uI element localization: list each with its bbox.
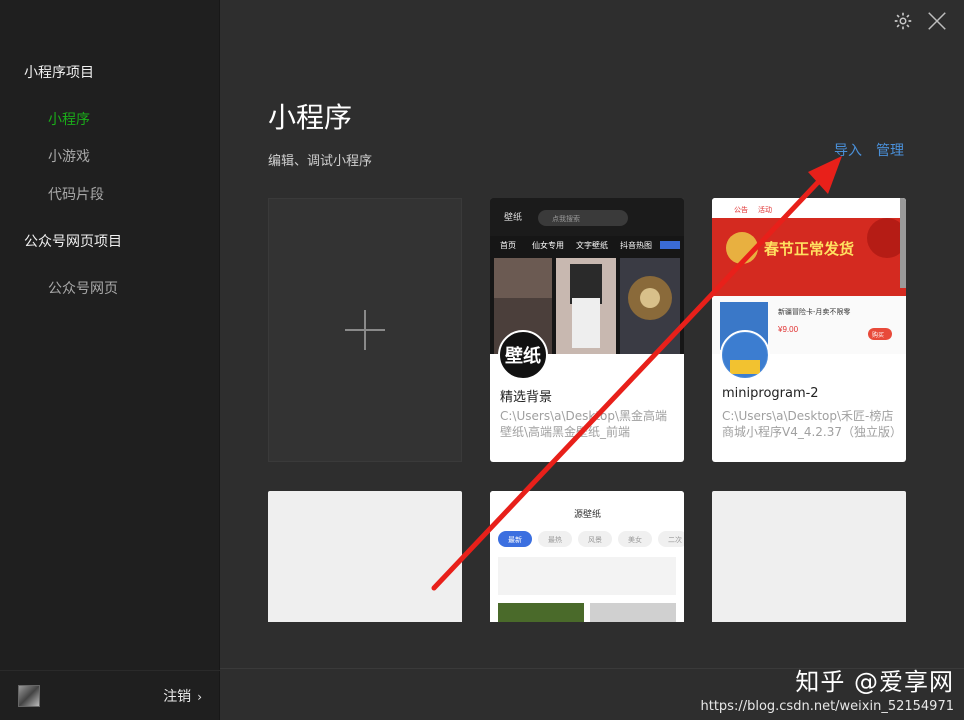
project-icon-2: [720, 330, 770, 380]
project-path-1: C:\Users\a\Desktop\黑金高端壁纸\高端黑金壁纸_前端: [500, 409, 668, 439]
logout-button[interactable]: 注销 ›: [163, 686, 202, 706]
project-name-1: 精选背景: [500, 390, 553, 405]
chevron-right-icon: ›: [197, 690, 202, 704]
project-card-4[interactable]: 源壁纸 最新 最热 风景 美女 二次: [490, 491, 684, 622]
thumb3-tab-5: 二次: [668, 535, 682, 544]
sidebar: 小程序项目 小程序 小游戏 代码片段 公众号网页项目 公众号网页 注销 ›: [0, 0, 220, 720]
project-icon-1: 壁纸: [498, 330, 548, 380]
project-card-1[interactable]: 壁纸 点我搜索 首页 仙女专用 文字壁纸 抖音热图 壁纸 精选背景 C:\Use…: [490, 198, 684, 462]
sidebar-item-code-snippet[interactable]: 代码片段: [48, 184, 104, 204]
thumb1-search-placeholder: 点我搜索: [552, 214, 580, 223]
thumb1-tab-3: 文字壁纸: [576, 240, 608, 250]
thumb3-tab-2: 最热: [548, 535, 562, 544]
project-actions: 导入 管理: [834, 140, 904, 160]
thumb3-tab-3: 风景: [588, 536, 602, 544]
thumb2-product-title: 新疆冒险卡-月卖不限零: [778, 307, 850, 316]
sidebar-item-miniprogram[interactable]: 小程序: [48, 109, 90, 129]
project-card-5[interactable]: [712, 491, 906, 622]
watermark: 知乎 @爱享网 https://blog.csdn.net/weixin_521…: [700, 662, 954, 714]
project-thumbnail-4: 源壁纸 最新 最热 风景 美女 二次: [490, 491, 684, 622]
thumb2-tab-2: 活动: [758, 205, 772, 214]
thumb1-logo: 壁纸: [504, 211, 522, 222]
project-grid: 壁纸 点我搜索 首页 仙女专用 文字壁纸 抖音热图 壁纸 精选背景 C:\Use…: [268, 196, 908, 622]
project-name-2: miniprogram-2: [722, 386, 819, 401]
thumb1-tab-2: 仙女专用: [532, 240, 564, 250]
gear-icon[interactable]: [892, 10, 914, 32]
project-path-2: C:\Users\a\Desktop\禾匠-榜店商城小程序V4_4.2.37（独…: [722, 409, 903, 439]
thumb3-tab-4: 美女: [628, 535, 642, 544]
section-official-account-projects: 公众号网页项目: [24, 234, 122, 250]
window-controls: [892, 10, 948, 32]
watermark-brand: 知乎 @爱享网: [795, 668, 954, 696]
section-miniprogram-projects: 小程序项目: [24, 65, 94, 81]
logout-label: 注销: [163, 689, 192, 705]
import-button[interactable]: 导入: [834, 140, 862, 160]
sidebar-item-official-account-web[interactable]: 公众号网页: [48, 278, 118, 298]
thumb2-banner: 春节正常发货: [764, 240, 854, 258]
thumb2-tab-1: 公告: [734, 205, 748, 214]
page-subtitle: 编辑、调试小程序: [268, 154, 373, 169]
page-title: 小程序: [268, 101, 353, 134]
thumb1-tab-4: 抖音热图: [620, 240, 652, 250]
close-icon[interactable]: [926, 10, 948, 32]
project-card-2[interactable]: 公告 活动 春节正常发货 新疆冒险卡-月卖不限零 ¥9.00 购买 minipr…: [712, 198, 906, 462]
plus-icon: [345, 310, 385, 350]
main-panel: 小程序 编辑、调试小程序 导入 管理 壁纸 点我搜索 首页 仙女专用 文字壁纸: [220, 0, 964, 720]
avatar[interactable]: [18, 685, 40, 707]
thumb3-tab-1: 最新: [508, 535, 522, 544]
thumb1-tab-1: 首页: [500, 240, 516, 250]
sidebar-footer: 注销 ›: [0, 670, 220, 720]
thumb2-price: ¥9.00: [777, 325, 799, 334]
new-project-card[interactable]: [268, 198, 462, 462]
sidebar-item-minigame[interactable]: 小游戏: [48, 146, 90, 166]
manage-button[interactable]: 管理: [876, 140, 904, 160]
project-card-3[interactable]: [268, 491, 462, 622]
project-icon-1-text: 壁纸: [505, 346, 541, 366]
thumb3-title: 源壁纸: [574, 508, 601, 519]
thumb2-buy: 购买: [872, 331, 884, 339]
watermark-url: https://blog.csdn.net/weixin_52154971: [700, 699, 954, 714]
